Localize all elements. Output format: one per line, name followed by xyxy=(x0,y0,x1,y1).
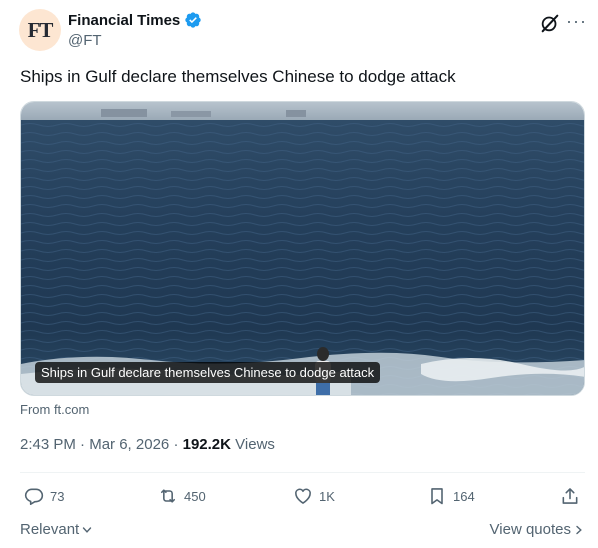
like-button[interactable]: 1K xyxy=(293,486,335,506)
bookmark-icon xyxy=(431,488,443,505)
sort-replies-dropdown[interactable]: Relevant xyxy=(20,521,92,538)
repost-button[interactable]: 450 xyxy=(158,486,206,506)
more-options-icon[interactable]: ··· xyxy=(566,10,587,32)
meta-separator: · xyxy=(80,436,86,453)
sea-photo xyxy=(21,102,584,395)
tweet-action-bar: 73 450 1K 164 xyxy=(0,484,598,512)
divider xyxy=(20,472,585,473)
reply-count: 73 xyxy=(50,488,65,504)
views-count: 192.2K xyxy=(182,436,231,453)
view-quotes-link[interactable]: View quotes xyxy=(490,521,584,538)
chevron-right-icon xyxy=(576,525,582,534)
repost-icon xyxy=(160,489,176,503)
tweet-header: FT Financial Times @FT ··· xyxy=(0,0,598,64)
author-handle[interactable]: @FT xyxy=(68,32,102,49)
heart-icon xyxy=(295,488,311,504)
distant-ship xyxy=(171,111,211,117)
like-count: 1K xyxy=(319,488,335,504)
view-quotes-label: View quotes xyxy=(489,521,571,538)
avatar-logo-text: FT xyxy=(27,17,54,42)
meta-separator: · xyxy=(173,436,179,453)
bookmark-button[interactable]: 164 xyxy=(427,486,475,506)
tweet-text: Ships in Gulf declare themselves Chinese… xyxy=(20,67,456,86)
sort-label: Relevant xyxy=(20,521,80,538)
tweet-date[interactable]: Mar 6, 2026 xyxy=(89,436,169,453)
avatar[interactable]: FT xyxy=(19,9,61,51)
link-card-image[interactable]: Ships in Gulf declare themselves Chinese… xyxy=(20,101,585,396)
tweet-metadata: 2:43 PM · Mar 6, 2026 · 192.2K Views xyxy=(20,436,275,453)
card-source-link[interactable]: From ft.com xyxy=(20,402,89,417)
author-name-row: Financial Times xyxy=(68,11,202,29)
distant-ship xyxy=(101,109,147,117)
reply-button[interactable]: 73 xyxy=(24,486,64,506)
grok-icon[interactable] xyxy=(539,12,561,34)
card-caption: Ships in Gulf declare themselves Chinese… xyxy=(35,362,381,383)
reply-icon xyxy=(24,488,44,505)
chevron-down-icon xyxy=(83,526,92,533)
share-button[interactable] xyxy=(560,486,586,506)
repost-count: 450 xyxy=(184,488,206,504)
tweet-time[interactable]: 2:43 PM xyxy=(20,436,76,453)
bookmark-count: 164 xyxy=(453,488,475,504)
views-label: Views xyxy=(235,436,275,453)
share-icon xyxy=(562,488,578,504)
author-display-name[interactable]: Financial Times xyxy=(68,12,180,29)
distant-ship xyxy=(286,110,306,117)
verified-badge-icon[interactable] xyxy=(184,11,202,29)
